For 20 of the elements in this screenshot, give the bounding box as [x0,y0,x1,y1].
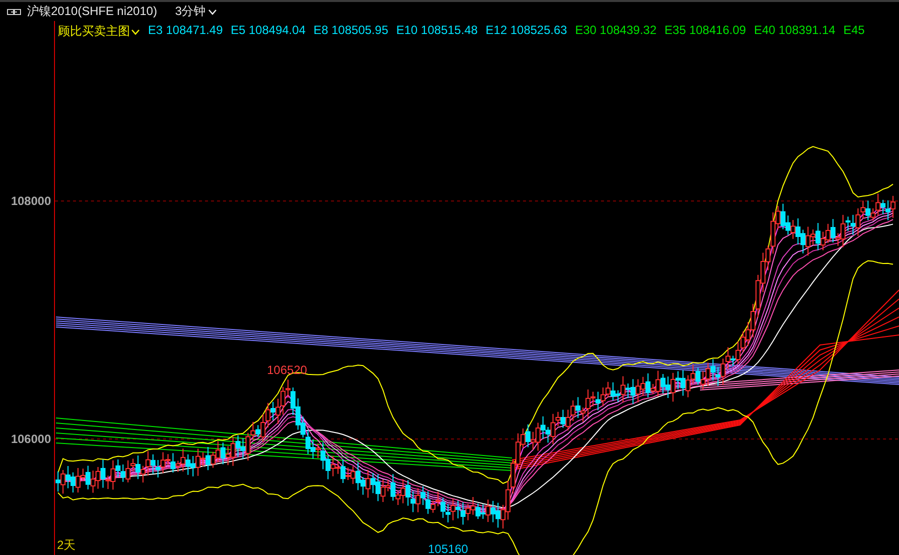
legend-item: E8 108505.95 [314,23,388,39]
link-icon[interactable] [7,8,21,16]
indicator-dropdown[interactable]: 顾比买卖主图 [58,23,140,40]
legend-item: E3 108471.49 [148,23,223,39]
legend-item: E45 [843,23,865,39]
high-price-label: 106520 [265,362,325,378]
symbol-title: 沪镍2010(SHFE ni2010) [27,3,158,20]
axis-label: 106000 [10,432,51,446]
legend-item: E40 108391.14 [754,23,836,39]
period-dropdown[interactable]: 3分钟 [175,3,217,20]
legend-item: E12 108525.63 [486,23,568,39]
legend-item: E30 108439.32 [575,23,657,39]
axis-label: 108000 [10,194,51,208]
legend-item: E5 108494.04 [230,23,306,39]
chevron-icon [208,8,217,14]
legend-item: E10 108515.48 [396,23,478,39]
range-label: 2天 [57,537,76,554]
legend-item: E35 108416.09 [664,23,746,39]
low-price-label: 105160 [426,541,486,555]
chevron-icon [131,28,140,34]
